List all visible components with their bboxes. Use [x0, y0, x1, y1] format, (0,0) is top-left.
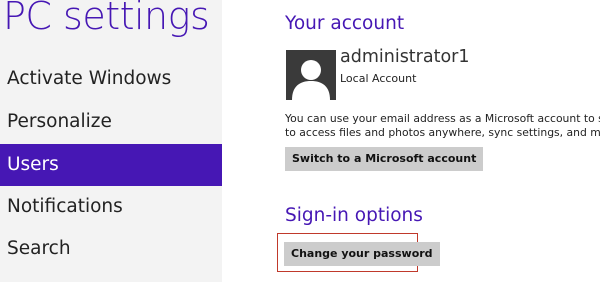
user-name: administrator1: [340, 47, 470, 67]
change-password-button[interactable]: Change your password: [284, 242, 440, 266]
sidebar-item-activate-windows[interactable]: Activate Windows: [0, 58, 222, 100]
sidebar: PC settings Activate Windows Personalize…: [0, 0, 222, 282]
account-type: Local Account: [340, 72, 417, 85]
switch-to-microsoft-account-button[interactable]: Switch to a Microsoft account: [285, 147, 484, 171]
main-content: Your account administrator1 Local Accoun…: [222, 0, 600, 282]
app-title: PC settings: [3, 0, 210, 38]
sidebar-item-notifications[interactable]: Notifications: [0, 186, 222, 228]
account-description-line-2: to access files and photos anywhere, syn…: [285, 126, 600, 139]
account-description-line-1: You can use your email address as a Micr…: [285, 112, 600, 125]
sidebar-item-search[interactable]: Search: [0, 228, 222, 270]
your-account-heading: Your account: [285, 13, 405, 34]
user-avatar: [286, 50, 336, 100]
sidebar-item-personalize[interactable]: Personalize: [0, 101, 222, 143]
sign-in-options-heading: Sign-in options: [285, 205, 423, 226]
sidebar-item-users[interactable]: Users: [0, 144, 222, 186]
default-user-avatar-icon: [286, 50, 336, 100]
